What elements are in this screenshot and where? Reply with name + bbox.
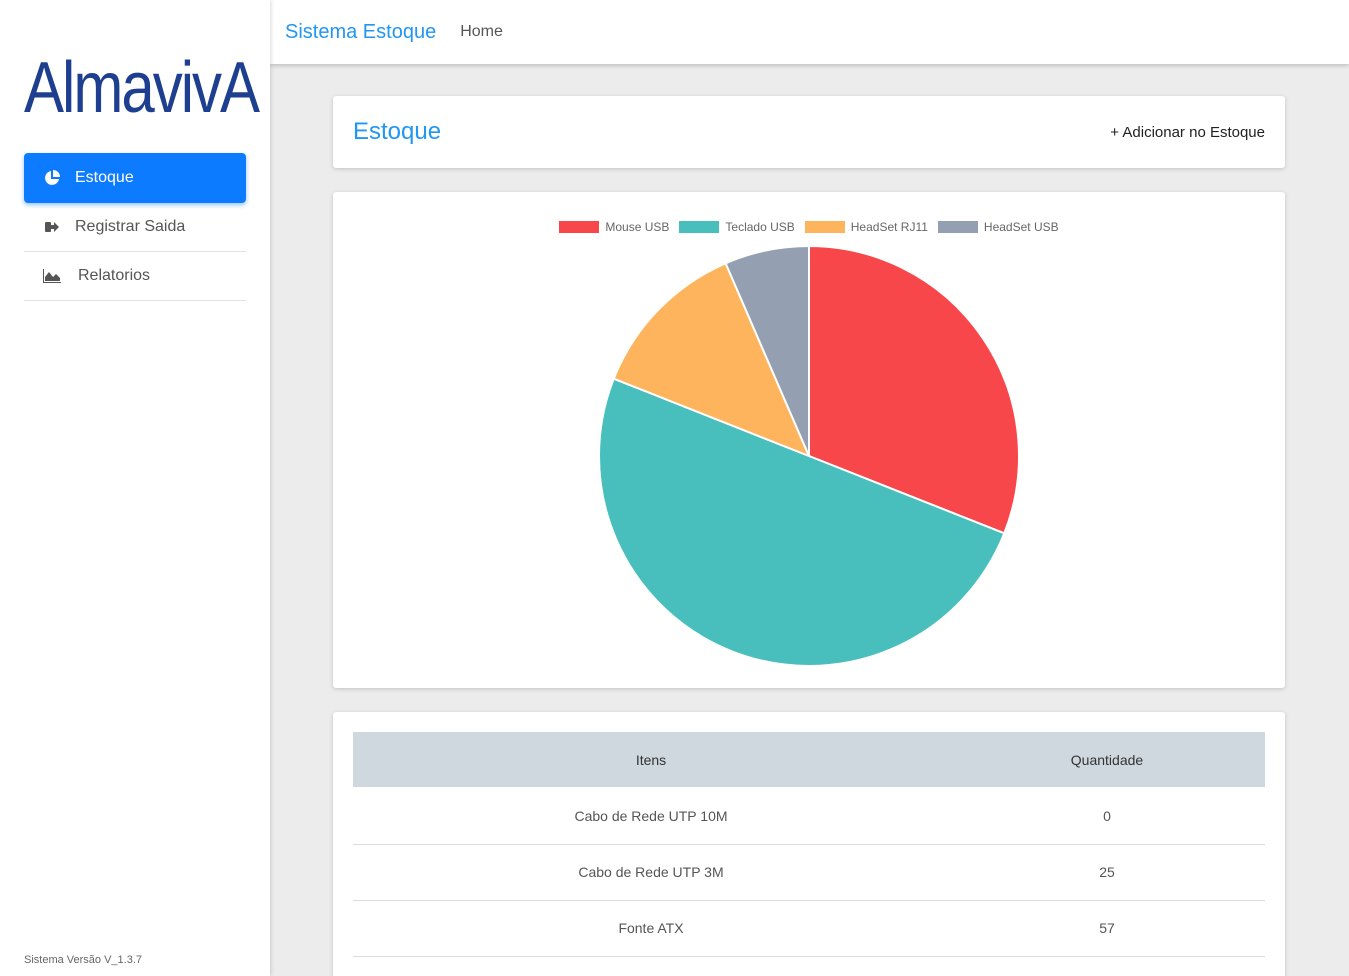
sidebar-nav: Estoque Registrar Saida Relatorios xyxy=(24,153,246,301)
pie-chart-icon xyxy=(43,170,61,186)
cell-item: Cabo de Rede UTP 10M xyxy=(353,788,949,845)
sidebar-item-label: Estoque xyxy=(75,169,134,186)
logo-text: AlmavivA xyxy=(24,47,260,128)
sidebar-item-relatorios[interactable]: Relatorios xyxy=(24,252,246,301)
area-chart-icon xyxy=(43,268,61,284)
column-header-quantidade: Quantidade xyxy=(949,732,1265,789)
cell-item: Fonte ATX xyxy=(353,900,949,957)
sidebar-item-label: Relatorios xyxy=(78,267,151,284)
pie-chart xyxy=(598,244,1020,667)
cell-quantity: 57 xyxy=(949,900,1265,957)
sidebar-item-registrar-saida[interactable]: Registrar Saida xyxy=(24,203,246,252)
page-header-card: Estoque + Adicionar no Estoque xyxy=(333,96,1285,168)
sidebar-item-estoque[interactable]: Estoque xyxy=(24,153,246,203)
table-header-row: Itens Quantidade xyxy=(353,732,1265,789)
stock-table: Itens Quantidade Cabo de Rede UTP 10M 0 … xyxy=(353,732,1265,957)
cell-quantity: 0 xyxy=(949,788,1265,845)
table-row: Cabo de Rede UTP 3M 25 xyxy=(353,844,1265,901)
sidebar-item-label: Registrar Saida xyxy=(75,218,186,235)
chart-card: Mouse USB Teclado USB HeadSet RJ11 HeadS… xyxy=(333,192,1285,688)
version-text: Sistema Versão V_1.3.7 xyxy=(24,954,143,966)
home-link[interactable]: Home xyxy=(460,23,503,41)
add-stock-button[interactable]: + Adicionar no Estoque xyxy=(1110,124,1265,141)
page-title: Estoque xyxy=(353,118,442,145)
stock-table-card: Itens Quantidade Cabo de Rede UTP 10M 0 … xyxy=(333,712,1285,976)
brand-link[interactable]: Sistema Estoque xyxy=(285,21,436,44)
sidebar: AlmavivA Estoque Registrar Saida Relator… xyxy=(0,0,270,976)
cell-item: Cabo de Rede UTP 3M xyxy=(353,844,949,901)
cell-quantity: 25 xyxy=(949,844,1265,901)
column-header-itens: Itens xyxy=(353,732,949,789)
topbar: Sistema Estoque Home xyxy=(270,0,1349,64)
table-row: Fonte ATX 57 xyxy=(353,900,1265,957)
logo: AlmavivA xyxy=(24,46,260,130)
table-row: Cabo de Rede UTP 10M 0 xyxy=(353,788,1265,845)
sign-out-icon xyxy=(43,219,61,235)
